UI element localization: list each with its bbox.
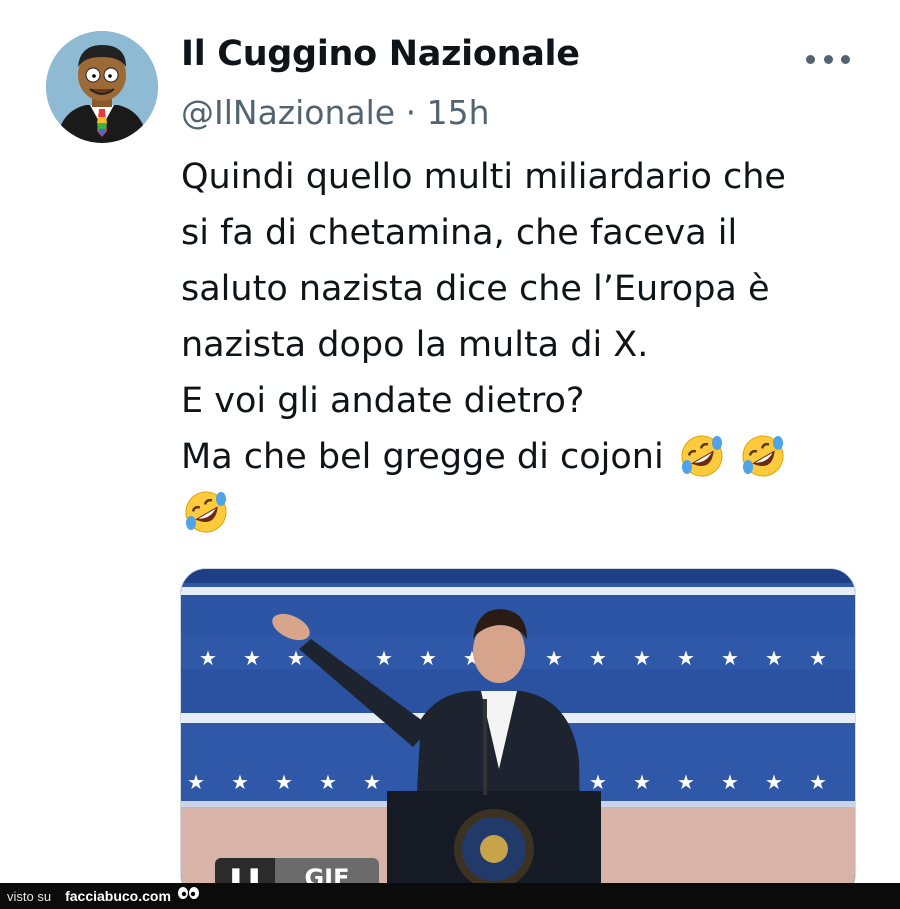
user-handle[interactable]: @IlNazionale (181, 93, 395, 132)
tweet-text-last-line: Ma che bel gregge di cojoni (181, 429, 861, 486)
svg-text:★: ★ (589, 646, 607, 670)
svg-text:★: ★ (231, 770, 249, 794)
more-options-icon[interactable] (806, 48, 850, 70)
avatar-image (46, 31, 158, 143)
svg-text:★: ★ (677, 646, 695, 670)
svg-text:★: ★ (545, 646, 563, 670)
svg-text:★: ★ (809, 646, 827, 670)
svg-text:★: ★ (809, 770, 827, 794)
tweet-text-line: E voi gli andate dietro? (181, 381, 585, 421)
watermark-footer: visto su facciabuco.com (0, 883, 900, 909)
svg-text:★: ★ (243, 646, 261, 670)
svg-text:★: ★ (677, 770, 695, 794)
svg-text:★: ★ (363, 770, 381, 794)
tweet-text-line: Quindi quello multi miliardario che (181, 157, 786, 197)
rolling-laughing-emoji-icon (742, 435, 784, 477)
svg-text:★: ★ (765, 646, 783, 670)
svg-text:★: ★ (765, 770, 783, 794)
tweet-text-line: nazista dopo la multa di X. (181, 325, 649, 365)
svg-text:★: ★ (721, 770, 739, 794)
tweet-text-line: saluto nazista dice che l’Europa è (181, 269, 770, 309)
tweet-text: Quindi quello multi miliardario che si f… (181, 149, 861, 542)
svg-text:★: ★ (721, 646, 739, 670)
display-name[interactable]: Il Cuggino Nazionale (181, 34, 580, 74)
tweet-text-line: si fa di chetamina, che faceva il (181, 213, 738, 253)
svg-text:★: ★ (319, 770, 337, 794)
rolling-laughing-emoji-icon (185, 491, 227, 533)
tweet-text-emoji-line (181, 486, 861, 542)
emoji-group (675, 430, 786, 486)
footer-prefix: visto su (7, 888, 52, 904)
tweet-timestamp[interactable]: 15h (427, 93, 490, 132)
footer-site-name[interactable]: facciabuco.com (65, 888, 171, 904)
svg-text:★: ★ (633, 646, 651, 670)
svg-text:★: ★ (275, 770, 293, 794)
gif-frame-image: ★ ★ ★ ★ ★ ★ ★ ★ ★ ★ ★ ★ ★ ★ ★ ★ ★ ★ ★ ★ ★ ★ ★ ★ (181, 569, 855, 899)
tweet-media-gif[interactable]: ★ ★ ★ ★ ★ ★ ★ ★ ★ ★ ★ ★ ★ ★ ★ ★ ★ ★ ★ ★ ★ ★ ★ ★ (180, 568, 856, 900)
rolling-laughing-emoji-icon (681, 435, 723, 477)
eyes-icon (177, 886, 201, 907)
svg-text:★: ★ (419, 646, 437, 670)
svg-text:★: ★ (633, 770, 651, 794)
svg-text:★: ★ (589, 770, 607, 794)
separator-dot: · (405, 93, 417, 132)
avatar[interactable] (46, 31, 158, 143)
handle-and-time: @IlNazionale · 15h (181, 93, 490, 132)
svg-text:★: ★ (187, 770, 205, 794)
svg-text:★: ★ (199, 646, 217, 670)
tweet-text-line: Ma che bel gregge di cojoni (181, 437, 664, 477)
svg-text:★: ★ (375, 646, 393, 670)
